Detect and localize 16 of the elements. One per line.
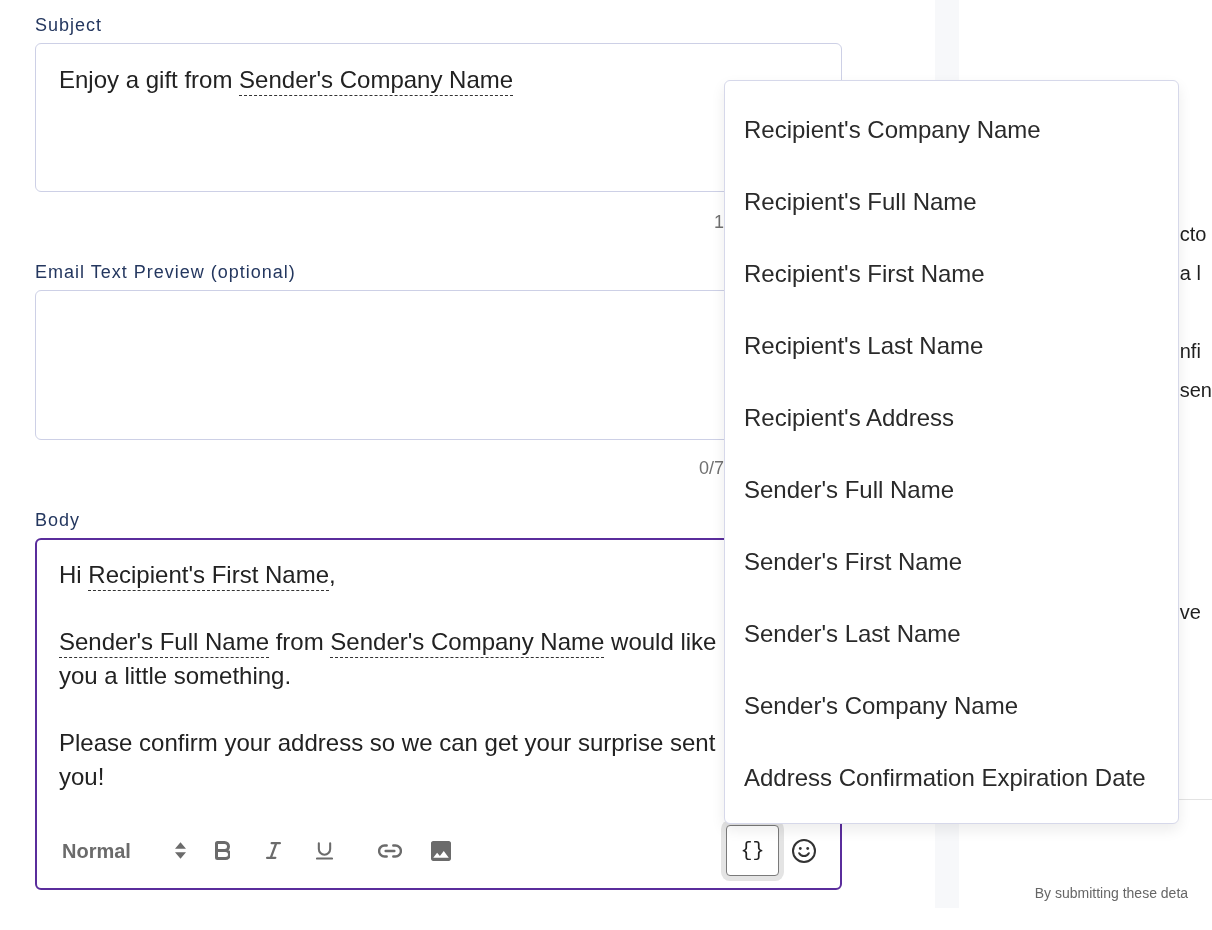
body-text: Please confirm your address so we can get your surprise sent [59,728,716,758]
panel-text: cto [1179,222,1207,247]
panel-text: ve [1179,600,1201,625]
disclaimer-text: By submitting these deta [1034,884,1189,902]
body-text: Hi Recipient's First Name, [59,560,336,590]
body-text: you a little something. [59,661,292,691]
character-count: 1 [714,212,724,232]
body-text: Sender's Full Name from Sender's Company Name would like [59,627,717,657]
field-label: Subject [35,14,103,36]
field-label: Body [35,509,81,531]
panel-text: nfi [1179,339,1201,364]
character-count: 0/7 [698,458,724,478]
body-text: you! [59,762,105,792]
field-label: Email Text Preview (optional) [35,261,296,283]
panel-text: sen [1179,378,1212,403]
panel-text: a l [1179,261,1201,286]
